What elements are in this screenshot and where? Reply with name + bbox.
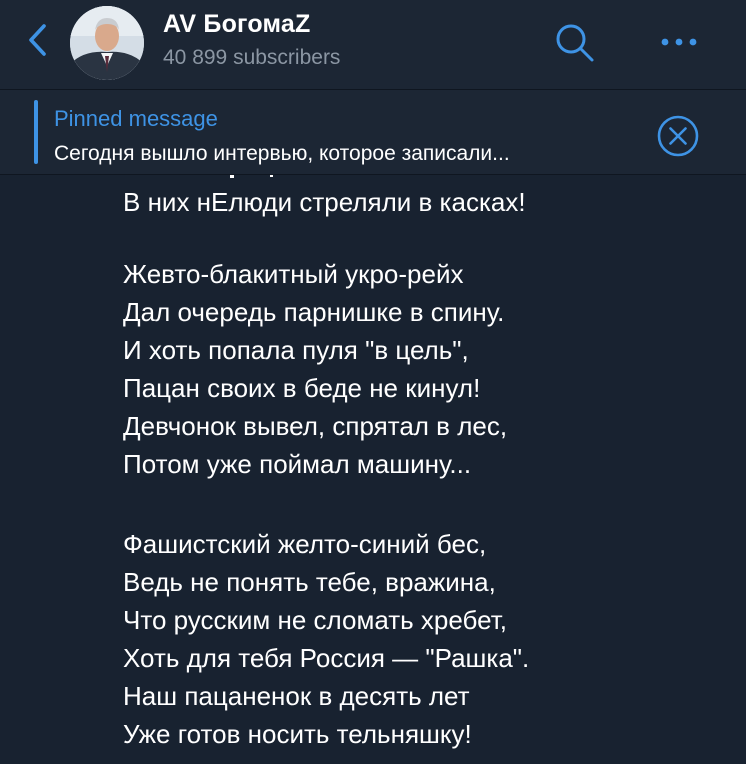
message-line: Что русским не сломать хребет, bbox=[123, 605, 507, 635]
message-line: Фашистский желто-синий бес, bbox=[123, 529, 487, 559]
message-line: В них нЕлюди стреляли в касках! bbox=[123, 187, 526, 217]
channel-avatar[interactable] bbox=[70, 6, 144, 80]
back-button[interactable] bbox=[18, 20, 58, 60]
message-body: В них нЕлюди стреляли в касках! Жевто-бл… bbox=[0, 175, 746, 764]
subscriber-count: 40 899 subscribers bbox=[163, 46, 341, 69]
message-line: Дал очередь парнишке в спину. bbox=[123, 297, 505, 327]
search-icon bbox=[556, 24, 594, 62]
message-line: И хоть попала пуля "в цель", bbox=[123, 335, 469, 365]
avatar-image bbox=[70, 6, 144, 80]
pinned-accent-bar bbox=[34, 100, 38, 164]
message-line: Девчонок вывел, спрятал в лес, bbox=[123, 411, 508, 441]
stanza-break bbox=[123, 487, 683, 529]
channel-title[interactable]: AV БогомаZ bbox=[163, 10, 310, 39]
pinned-message-bar[interactable]: Pinned message Сегодня вышло интервью, к… bbox=[0, 90, 746, 175]
message-line: Пацан своих в беде не кинул! bbox=[123, 373, 481, 403]
stanza-break bbox=[123, 217, 683, 259]
message-line: Жевто-блакитный укро-рейх bbox=[123, 259, 464, 289]
clipped-text-fragment bbox=[230, 175, 273, 178]
pinned-close-button[interactable] bbox=[656, 114, 700, 158]
more-icon bbox=[661, 38, 697, 46]
message-line: Потом уже поймал машину... bbox=[123, 449, 472, 479]
message-text: В них нЕлюди стреляли в касках! Жевто-бл… bbox=[123, 187, 683, 757]
chevron-left-icon bbox=[29, 24, 46, 56]
close-circle-icon bbox=[657, 115, 699, 157]
search-button[interactable] bbox=[552, 20, 596, 64]
more-button[interactable] bbox=[654, 22, 704, 62]
message-line: Ведь не понять тебе, вражина, bbox=[123, 567, 496, 597]
pinned-text: Сегодня вышло интервью, которое записали… bbox=[54, 142, 510, 165]
message-line: Уже готов носить тельняшку! bbox=[123, 719, 472, 749]
message-line: Наш пацаненок в десять лет bbox=[123, 681, 470, 711]
message-line: Хоть для тебя Россия — "Рашка". bbox=[123, 643, 530, 673]
chat-header: AV БогомаZ 40 899 subscribers bbox=[0, 0, 746, 90]
pinned-label: Pinned message bbox=[54, 106, 218, 131]
